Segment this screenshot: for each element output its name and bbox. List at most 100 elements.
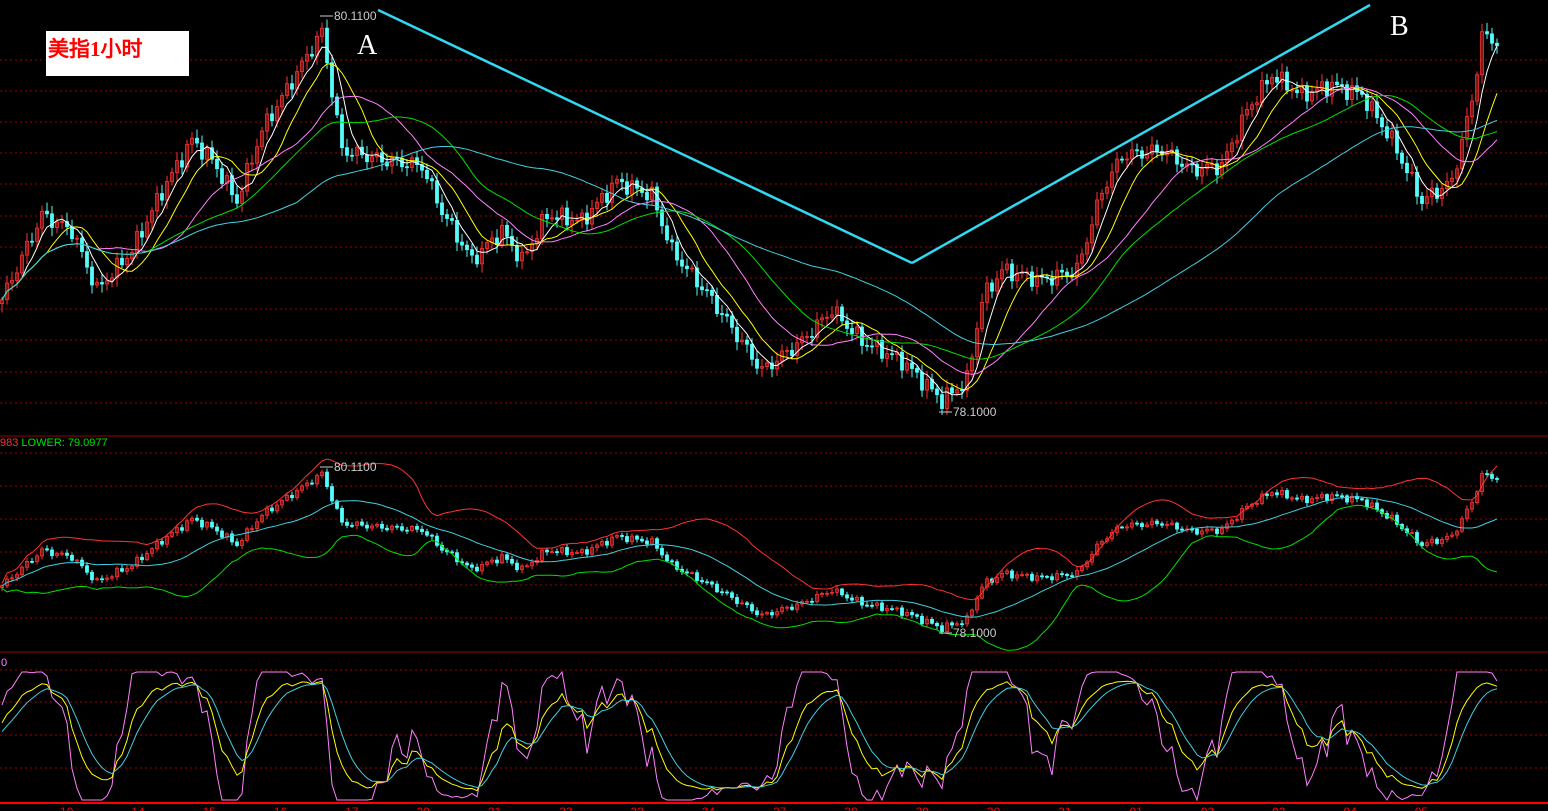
x-tick-label: 14 — [131, 805, 145, 811]
kdj-k-line — [1, 680, 1498, 792]
candle-body — [475, 254, 479, 265]
candle-body — [845, 320, 849, 329]
candle-body — [160, 193, 164, 201]
candle-body — [1215, 528, 1219, 534]
candle-body — [430, 178, 434, 182]
candle-body — [660, 547, 664, 556]
chart-title: 美指1小时 — [48, 37, 143, 61]
candle-body — [325, 27, 329, 64]
candle-body — [1485, 31, 1489, 35]
candle-body — [1275, 76, 1279, 83]
candle-body — [1435, 538, 1439, 544]
x-tick-label: 22 — [559, 805, 573, 811]
candle-body — [65, 552, 69, 556]
candle-body — [555, 551, 559, 554]
candle-body — [1360, 498, 1364, 501]
candle-body — [1485, 473, 1489, 475]
label-b: B — [1390, 11, 1409, 42]
candle-body — [195, 517, 199, 521]
candle-body — [455, 220, 459, 243]
candle-body — [665, 554, 669, 562]
candle-body — [940, 625, 944, 632]
x-tick-label: 10 — [60, 805, 74, 811]
candle-body — [790, 606, 794, 610]
candle-body — [465, 562, 469, 566]
candle-body — [910, 362, 914, 369]
candle-body — [1060, 269, 1064, 273]
candle-body — [70, 554, 74, 561]
candle-body — [405, 529, 409, 532]
svg-text:80.1100: 80.1100 — [334, 9, 377, 23]
candle-body — [30, 561, 34, 563]
candle-body — [430, 534, 434, 537]
candle-body — [1050, 576, 1054, 581]
candle-body — [325, 471, 329, 487]
boll-lower-line — [1, 504, 1498, 651]
candle-body — [910, 612, 914, 616]
candle-body — [1030, 573, 1034, 581]
candle-body — [45, 548, 49, 551]
candle-body — [915, 614, 919, 617]
x-tick-label: 31 — [1058, 805, 1072, 811]
candle-body — [210, 521, 214, 528]
candle-body — [380, 523, 384, 529]
candle-body — [840, 306, 844, 322]
candle-body — [935, 388, 939, 396]
x-axis: 10 14 15 16 17 20 21 22 23 24 27 28 29 30 31 01 02 03 04 05 — [60, 805, 1428, 811]
candle-body — [750, 604, 754, 612]
candle-body — [880, 602, 884, 611]
candle-body — [555, 217, 559, 220]
candle-body — [290, 494, 294, 499]
candle-body — [700, 286, 704, 291]
candle-body — [475, 566, 479, 572]
x-tick-label: 16 — [274, 805, 288, 811]
candle-body — [415, 526, 419, 530]
candle-body — [1160, 523, 1164, 526]
candle-body — [1155, 144, 1159, 152]
ma10-line — [1, 63, 1498, 391]
x-tick-label: 24 — [702, 805, 716, 811]
candle-body — [515, 562, 519, 571]
x-tick-label: 03 — [1272, 805, 1286, 811]
trend-line-up — [911, 3, 1371, 265]
candle-body — [840, 588, 844, 596]
candle-body — [70, 226, 74, 240]
high-marker: 80.1100 — [320, 9, 377, 23]
ma30-line — [1, 94, 1498, 360]
candle-body — [720, 313, 724, 315]
candle-body — [735, 597, 739, 604]
candle-body — [100, 282, 104, 285]
x-tick-label: 01 — [1130, 805, 1144, 811]
candle-body — [675, 241, 679, 261]
candle-body — [1010, 570, 1014, 579]
candle-body — [1120, 158, 1124, 161]
candle-body — [505, 224, 509, 237]
candle-body — [1175, 149, 1179, 165]
candle-body — [200, 519, 204, 528]
candle-body — [935, 622, 939, 627]
candle-body — [1010, 263, 1014, 282]
candle-body — [865, 604, 869, 607]
candle-body — [670, 560, 674, 563]
candle-body — [505, 554, 509, 560]
candle-body — [645, 540, 649, 545]
candle-body — [340, 114, 344, 149]
candle-body — [670, 239, 674, 243]
candle-body — [915, 368, 919, 373]
candle-body — [880, 339, 884, 359]
candle-body — [1335, 81, 1339, 86]
candle-body — [890, 608, 894, 610]
candle-body — [1135, 522, 1139, 525]
candle-body — [235, 541, 239, 546]
candle-body — [345, 147, 349, 156]
candle-body — [160, 541, 164, 545]
candle-body — [645, 192, 649, 201]
candle-body — [515, 245, 519, 262]
candle-body — [1060, 573, 1064, 575]
lower-value: LOWER: 79.0977 — [21, 437, 108, 449]
candle-body — [1495, 42, 1499, 47]
candle-body — [85, 565, 89, 573]
svg-text:78.1000: 78.1000 — [953, 405, 997, 419]
candle-body — [545, 549, 549, 553]
candle-body — [470, 249, 474, 256]
